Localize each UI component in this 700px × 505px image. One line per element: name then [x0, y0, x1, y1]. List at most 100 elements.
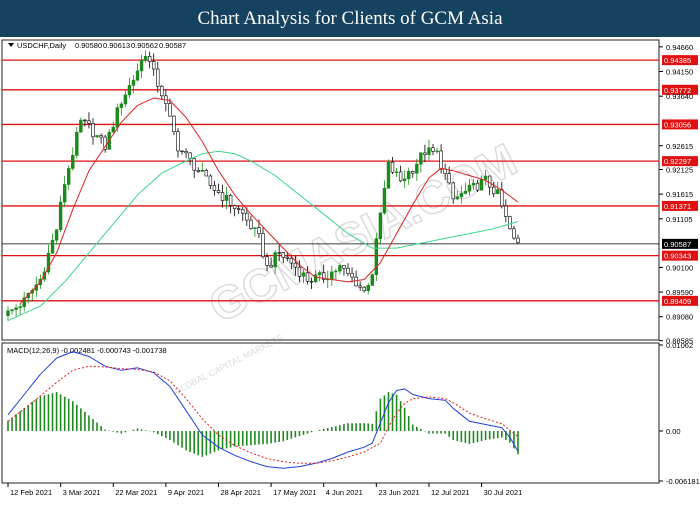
time-tick-label: 12 Jul 2021	[431, 488, 470, 497]
candle-body	[398, 171, 403, 182]
candle-body	[265, 256, 269, 266]
macd-label: MACD(12,26,9) -0.002481 -0.000743 -0.001…	[7, 346, 167, 355]
candle-body	[192, 158, 196, 171]
candle-body	[451, 182, 455, 200]
candle-body	[241, 209, 245, 214]
candle-body	[366, 285, 370, 292]
candle-body	[378, 212, 383, 239]
candle-body	[443, 168, 447, 174]
level-price-label: 0.89409	[664, 297, 691, 306]
candle-body	[99, 135, 103, 138]
candle-body	[257, 227, 261, 234]
candle-body	[358, 285, 362, 288]
candle-body	[419, 152, 423, 165]
candle-body	[249, 219, 253, 229]
candle-body	[95, 135, 99, 138]
level-price-label: 0.90343	[664, 252, 691, 261]
candle-body	[131, 79, 136, 86]
candle-body	[58, 201, 63, 231]
candle-body	[293, 262, 298, 268]
candle-body	[338, 265, 342, 272]
price-tick-label: 0.94150	[666, 68, 693, 77]
candle-body	[504, 205, 508, 217]
candle-body	[269, 264, 273, 268]
candle-body	[87, 120, 91, 124]
symbol-close: 0.90587	[159, 41, 186, 50]
candle-body	[427, 147, 431, 155]
candle-body	[245, 212, 249, 221]
candle-body	[309, 280, 314, 283]
price-tick-label: 0.93640	[666, 92, 693, 101]
price-panel	[1, 39, 660, 341]
candle-body	[390, 161, 395, 173]
price-tick-label: 0.94660	[666, 43, 693, 52]
candle-body	[139, 59, 144, 72]
symbol-high: 0.90613	[103, 41, 130, 50]
level-price-label: 0.94385	[664, 56, 691, 65]
candle-body	[439, 150, 443, 170]
candle-body	[14, 307, 18, 310]
candle-body	[79, 119, 83, 133]
candle	[79, 117, 83, 133]
candle-body	[301, 272, 306, 277]
symbol-label: USDCHF,Daily	[17, 41, 66, 50]
current-price-label: 0.90587	[664, 240, 691, 249]
candle-body	[455, 196, 459, 200]
candle-body	[479, 179, 484, 191]
chart-area: GCMASIA.COM GLOBAL CAPITAL MARKETS USDCH…	[0, 37, 700, 500]
candle	[370, 273, 374, 287]
candle-body	[374, 238, 379, 275]
level-price-label: 0.93056	[664, 120, 691, 129]
candle-body	[508, 216, 512, 230]
candle-body	[492, 186, 496, 195]
time-tick-label: 9 Apr 2021	[168, 488, 204, 497]
candle-body	[483, 175, 488, 180]
macd-tick-label: -0.006181	[666, 477, 700, 486]
candle-body	[71, 155, 75, 169]
price-tick-label: 0.91615	[666, 190, 693, 199]
price-tick-label: 0.90100	[666, 263, 693, 272]
candle-body	[50, 239, 55, 254]
candle	[378, 212, 383, 244]
macd-tick-label: 0.01062	[666, 341, 693, 350]
time-tick-label: 28 Apr 2021	[220, 488, 260, 497]
candle-body	[200, 170, 204, 172]
candle-body	[334, 270, 338, 273]
time-tick-label: 23 Jun 2021	[378, 488, 419, 497]
candle-body	[156, 68, 160, 87]
candle-body	[285, 256, 289, 259]
candle-body	[370, 274, 374, 286]
candle-body	[10, 309, 14, 312]
time-tick-label: 4 Jun 2021	[326, 488, 363, 497]
candle-body	[91, 123, 95, 138]
candle-body	[281, 252, 285, 258]
candle-body	[342, 265, 346, 269]
price-tick-label: 0.89590	[666, 288, 693, 297]
candle-body	[172, 115, 176, 132]
candle-body	[176, 131, 180, 152]
candle-body	[330, 271, 334, 280]
candle-body	[273, 252, 277, 268]
candle-body	[232, 205, 237, 209]
candle-body	[127, 85, 132, 96]
candle-body	[135, 70, 140, 81]
candle-body	[512, 228, 516, 239]
candle	[386, 159, 391, 189]
candle-body	[496, 189, 500, 195]
candle-body	[237, 208, 241, 210]
candle-body	[224, 195, 229, 201]
candle-body	[216, 190, 221, 193]
candle-body	[435, 150, 439, 153]
candle-body	[382, 187, 387, 214]
time-tick-label: 3 Mar 2021	[63, 488, 101, 497]
time-tick-label: 17 May 2021	[273, 488, 316, 497]
price-tick-label: 0.89080	[666, 313, 693, 322]
candle-body	[423, 152, 427, 155]
candle-body	[152, 61, 156, 70]
candle-body	[119, 103, 124, 108]
candle	[374, 233, 379, 282]
macd-tick-label: 0.00	[666, 427, 681, 436]
candle-body	[350, 273, 354, 278]
candle-body	[447, 173, 451, 184]
candle-body	[204, 170, 209, 177]
